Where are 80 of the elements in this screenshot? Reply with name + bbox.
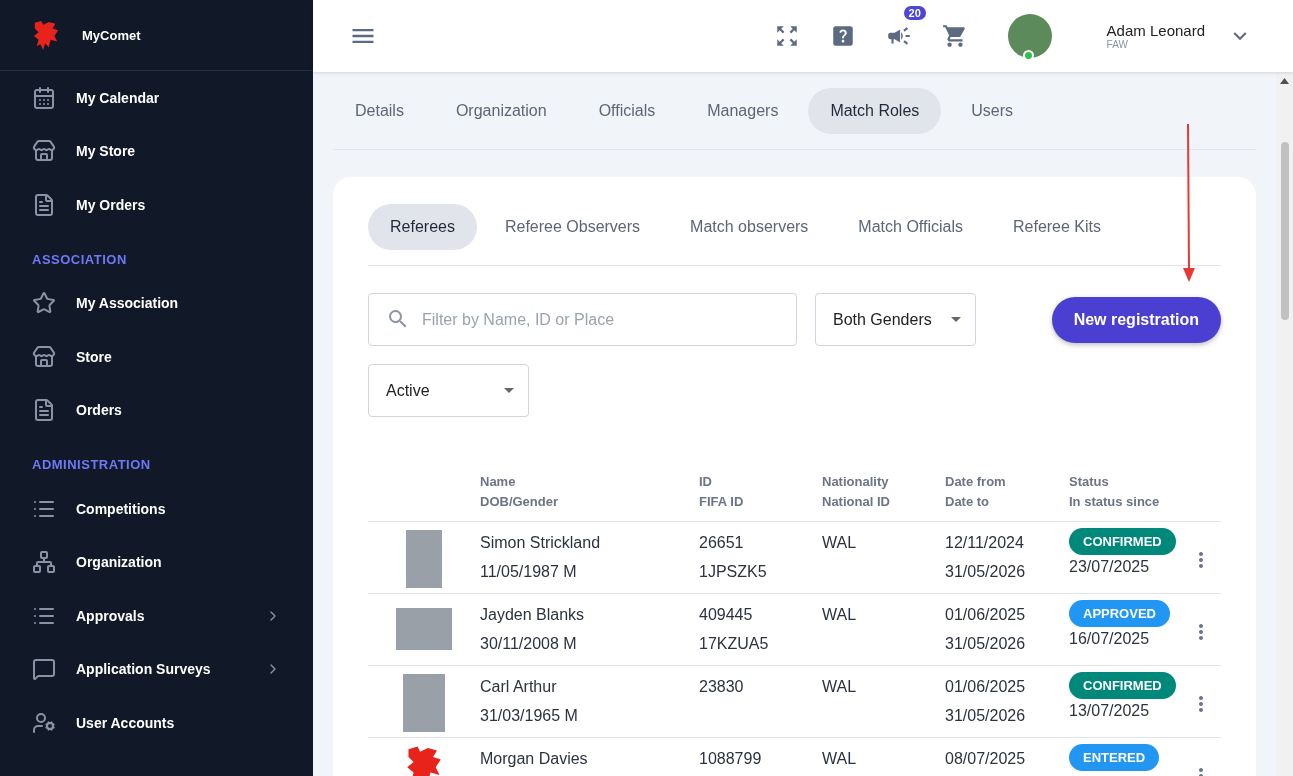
status-date: 23/07/2025 <box>1069 558 1150 576</box>
sidebar-item[interactable]: My Orders <box>0 178 313 232</box>
table-cell-text: Morgan Davies <box>480 749 589 769</box>
sub-tab[interactable]: Match observers <box>668 204 831 250</box>
table-cell-text: 01/06/2025 31/05/2026 <box>945 605 1027 654</box>
table-cell-text: 12/11/2024 31/05/2026 <box>945 533 1027 582</box>
table-cell-text: WAL <box>822 677 858 697</box>
document-icon <box>32 398 56 423</box>
tab[interactable]: Organization <box>433 88 569 134</box>
sidebar-item[interactable]: My Store <box>0 124 313 178</box>
table-cell-text: 01/06/2025 31/05/2026 <box>945 677 1027 726</box>
search-field[interactable]: Filter by Name, ID or Place <box>368 293 797 346</box>
brand-name: MyComet <box>82 27 141 43</box>
avatar[interactable] <box>1007 14 1052 58</box>
cart-icon[interactable] <box>941 23 968 49</box>
chat-icon <box>32 657 56 682</box>
tab[interactable]: Users <box>949 88 1036 134</box>
scrollbar[interactable] <box>1276 72 1293 776</box>
dropdown-caret-icon <box>951 317 961 322</box>
user-name: Adam Leonard <box>1106 22 1205 39</box>
dragon-logo-icon <box>32 19 60 51</box>
table-cell-text: Simon Strickland 11/05/1987 M <box>480 533 602 582</box>
calendar-icon <box>32 85 56 110</box>
status-badge: CONFIRMED <box>1069 672 1176 699</box>
table-cell-text: Carl Arthur 31/03/1965 M <box>480 677 579 726</box>
column-header: Status In status since <box>1069 473 1161 511</box>
user-org: FAW <box>1106 39 1129 50</box>
sub-tab[interactable]: Match Officials <box>836 204 985 250</box>
photo-placeholder <box>396 608 452 650</box>
table-cell-text: 26651 1JPSZK5 <box>699 533 768 582</box>
table-cell-text: Jayden Blanks 30/11/2008 M <box>480 605 586 654</box>
table-cell-text: WAL <box>822 533 858 553</box>
user-gear-icon <box>32 710 56 735</box>
store-icon <box>32 139 56 164</box>
status-dropdown[interactable]: Active <box>368 364 529 417</box>
sidebar-item[interactable]: Application Surveys <box>0 642 313 696</box>
sidebar-item[interactable]: My Calendar <box>0 71 313 125</box>
sidebar-item[interactable]: Store <box>0 330 313 384</box>
sidebar-item[interactable]: Competitions <box>0 482 313 536</box>
scrollbar-thumb[interactable] <box>1280 142 1289 320</box>
status-badge: APPROVED <box>1069 600 1170 627</box>
sub-tab[interactable]: Referee Observers <box>482 204 663 250</box>
document-icon <box>32 192 56 217</box>
column-header: ID FIFA ID <box>699 473 745 511</box>
column-header: Name DOB/Gender <box>480 473 559 511</box>
sidebar-item[interactable]: Orders <box>0 383 313 437</box>
store-icon <box>32 344 56 369</box>
column-header: Nationality National ID <box>822 473 891 511</box>
table-cell-text: 08/07/2025 <box>945 749 1027 769</box>
sidebar-heading: ADMINISTRATION <box>31 456 152 474</box>
status-badge: CONFIRMED <box>1069 528 1176 555</box>
sidebar-item[interactable]: User Accounts <box>0 696 313 750</box>
photo-placeholder <box>403 674 445 732</box>
status-badge: ENTERED <box>1069 744 1160 771</box>
new-registration-button[interactable]: New registration <box>1051 296 1221 343</box>
gender-dropdown[interactable]: Both Genders <box>815 293 976 346</box>
notification-count: 20 <box>903 6 926 20</box>
sidebar-heading: ASSOCIATION <box>31 250 128 269</box>
tab[interactable]: Details <box>333 88 426 134</box>
sidebar-item[interactable]: My Association <box>0 276 313 330</box>
sub-tab[interactable]: Referee Kits <box>991 204 1124 250</box>
tab[interactable]: Managers <box>685 88 801 134</box>
table-cell-text: WAL <box>822 749 858 769</box>
status-date: 16/07/2025 <box>1069 630 1150 648</box>
dropdown-caret-icon <box>504 388 514 393</box>
status-date: 13/07/2025 <box>1069 702 1150 720</box>
hierarchy-icon <box>32 550 56 575</box>
table-cell-text: WAL <box>822 605 858 625</box>
tab[interactable]: Officials <box>576 88 678 134</box>
table-cell-text: 1088799 <box>699 749 763 769</box>
sidebar-item[interactable]: Organization <box>0 535 313 589</box>
table-cell-text: 23830 <box>699 677 745 697</box>
scroll-up-icon[interactable] <box>1280 78 1289 84</box>
photo-placeholder <box>406 530 442 588</box>
sidebar-item[interactable]: Approvals <box>0 589 313 643</box>
table-cell-text: 409445 17KZUA5 <box>699 605 770 654</box>
sub-tab[interactable]: Referees <box>368 204 477 250</box>
star-icon <box>32 291 56 316</box>
column-header: Date from Date to <box>945 473 1007 511</box>
tab[interactable]: Match Roles <box>808 88 942 134</box>
